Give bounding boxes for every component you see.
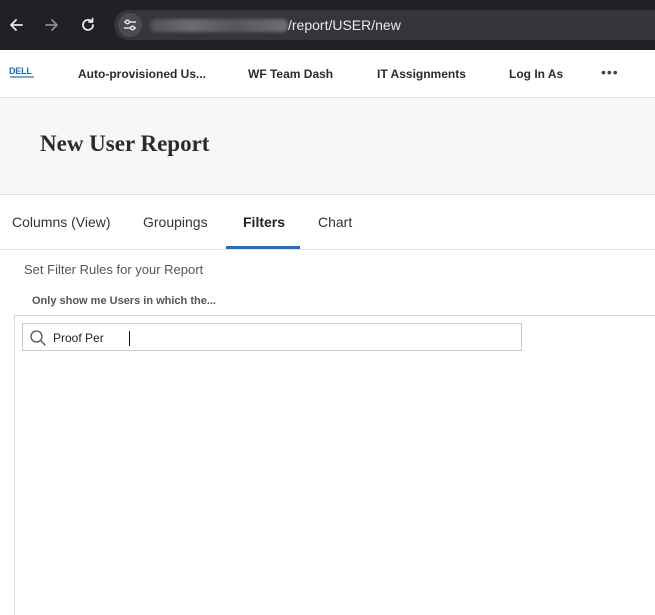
tune-icon <box>124 19 136 31</box>
search-input[interactable] <box>53 329 513 347</box>
nav-item-log-in-as[interactable]: Log In As <box>509 67 563 81</box>
filter-rules-panel <box>14 315 655 615</box>
logo-subline <box>10 76 34 78</box>
tab-columns-view[interactable]: Columns (View) <box>12 214 111 230</box>
reload-button[interactable] <box>75 12 101 38</box>
site-info-button[interactable] <box>118 13 142 37</box>
more-menu-icon[interactable]: ••• <box>601 64 619 80</box>
tab-filters[interactable]: Filters <box>243 214 285 230</box>
nav-item-auto-provisioned[interactable]: Auto-provisioned Us... <box>78 67 206 81</box>
browser-toolbar: /report/USER/new <box>0 0 655 50</box>
filters-subtitle: Set Filter Rules for your Report <box>24 262 204 277</box>
address-bar[interactable]: /report/USER/new <box>114 10 655 40</box>
text-cursor <box>129 331 130 346</box>
tab-groupings[interactable]: Groupings <box>143 214 208 230</box>
url-path: /report/USER/new <box>288 17 401 33</box>
logo-text: DELL <box>9 66 32 76</box>
forward-button[interactable] <box>39 12 65 38</box>
arrow-right-icon <box>45 19 58 31</box>
redacted-url-host <box>150 19 288 32</box>
back-button[interactable] <box>3 12 29 38</box>
page-header: New User Report <box>0 98 655 195</box>
reload-icon <box>82 17 94 31</box>
nav-item-wf-team-dash[interactable]: WF Team Dash <box>248 67 333 81</box>
report-tabs: Columns (View) Groupings Filters Chart <box>0 195 655 250</box>
search-icon <box>30 330 46 346</box>
nav-item-it-assignments[interactable]: IT Assignments <box>377 67 466 81</box>
only-show-label: Only show me Users in which the... <box>32 295 216 307</box>
active-tab-indicator <box>226 246 300 249</box>
app-navigation: DELL Auto-provisioned Us... WF Team Dash… <box>0 50 655 98</box>
dell-logo[interactable]: DELL <box>9 66 37 82</box>
tab-chart[interactable]: Chart <box>318 214 352 230</box>
page-title: New User Report <box>40 131 210 156</box>
filter-field-search[interactable] <box>22 323 522 351</box>
arrow-left-icon <box>10 19 23 31</box>
